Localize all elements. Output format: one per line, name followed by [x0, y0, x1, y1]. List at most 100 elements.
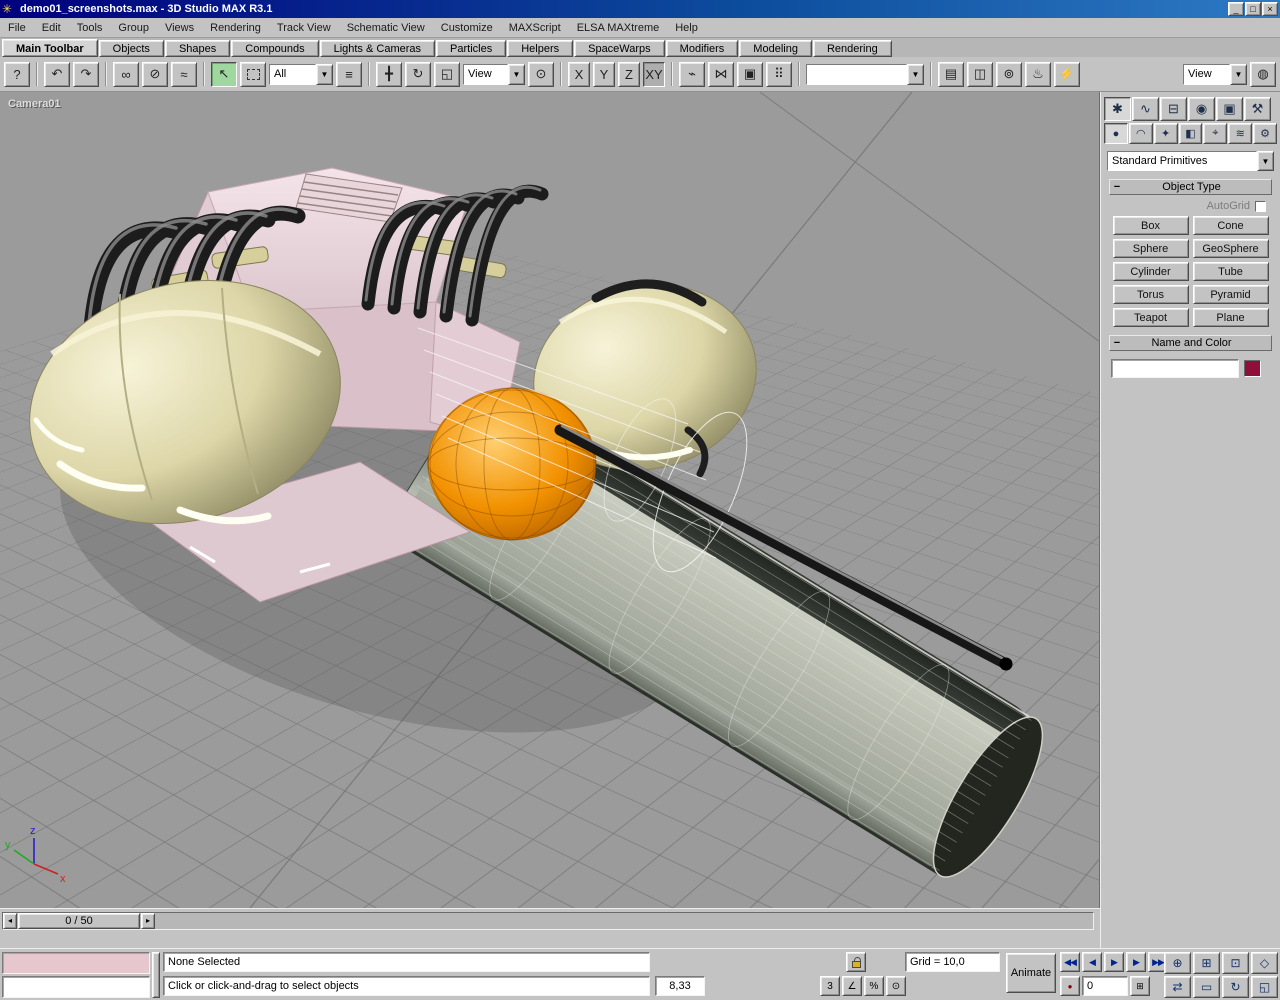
- play-button[interactable]: ▶: [1104, 952, 1124, 972]
- tab-rendering[interactable]: Rendering: [813, 40, 892, 57]
- tab-particles[interactable]: Particles: [436, 40, 506, 57]
- menu-group[interactable]: Group: [110, 20, 157, 36]
- tube-button[interactable]: Tube: [1193, 262, 1269, 281]
- ik-toggle-icon[interactable]: ⌁: [679, 62, 705, 87]
- select-and-link-icon[interactable]: ∞: [113, 62, 139, 87]
- pan-icon[interactable]: ⇄: [1164, 976, 1191, 998]
- tab-objects[interactable]: Objects: [99, 40, 164, 57]
- menu-edit[interactable]: Edit: [34, 20, 69, 36]
- restrict-xy-plane-button[interactable]: XY: [643, 62, 665, 87]
- field-of-view-icon[interactable]: ◇: [1251, 952, 1278, 974]
- unlink-selection-icon[interactable]: ⊘: [142, 62, 168, 87]
- min-max-toggle-icon[interactable]: ◱: [1251, 976, 1278, 998]
- subcategory-dropdown[interactable]: Standard Primitives ▼: [1107, 151, 1274, 171]
- dropdown-arrow-icon[interactable]: ▼: [1257, 151, 1274, 171]
- tab-main-toolbar[interactable]: Main Toolbar: [2, 39, 98, 57]
- dropdown-arrow-icon[interactable]: ▼: [907, 64, 924, 85]
- object-name-field[interactable]: [1111, 359, 1239, 378]
- teapot-button[interactable]: Teapot: [1113, 308, 1189, 327]
- tab-shapes[interactable]: Shapes: [165, 40, 230, 57]
- zoom-all-icon[interactable]: ⊞: [1193, 952, 1220, 974]
- dropdown-arrow-icon[interactable]: ▼: [316, 64, 333, 85]
- minimize-button[interactable]: _: [1228, 2, 1244, 16]
- schematic-view-icon[interactable]: ◫: [967, 62, 993, 87]
- systems-category-icon[interactable]: ⚙: [1253, 123, 1277, 144]
- dropdown-arrow-icon[interactable]: ▼: [508, 64, 525, 85]
- time-slider-left-arrow[interactable]: ◂: [3, 913, 17, 929]
- help-mode-icon[interactable]: ?: [4, 62, 30, 87]
- restrict-x-button[interactable]: X: [568, 62, 590, 87]
- select-and-scale-icon[interactable]: ◱: [434, 62, 460, 87]
- menu-views[interactable]: Views: [157, 20, 202, 36]
- go-to-start-button[interactable]: ◀◀: [1060, 952, 1080, 972]
- time-configuration-button[interactable]: ⊞: [1130, 976, 1150, 996]
- angle-snap-button[interactable]: ∠: [842, 976, 862, 996]
- selection-filter-dropdown[interactable]: All ▼: [269, 64, 333, 85]
- maximize-button[interactable]: □: [1245, 2, 1261, 16]
- modify-tab-icon[interactable]: ∿: [1132, 97, 1159, 121]
- snap-toggle-button[interactable]: 3: [820, 976, 840, 996]
- motion-tab-icon[interactable]: ◉: [1188, 97, 1215, 121]
- zoom-icon[interactable]: ⊕: [1164, 952, 1191, 974]
- spinner-snap-button[interactable]: ⊙: [886, 976, 906, 996]
- geometry-category-icon[interactable]: ●: [1104, 123, 1128, 144]
- utilities-tab-icon[interactable]: ⚒: [1244, 97, 1271, 121]
- object-type-rollout-header[interactable]: − Object Type: [1109, 179, 1272, 195]
- animate-button[interactable]: Animate: [1006, 953, 1056, 993]
- time-slider-thumb[interactable]: 0 / 50: [18, 913, 140, 929]
- align-icon[interactable]: ▣: [737, 62, 763, 87]
- menu-file[interactable]: File: [0, 20, 34, 36]
- create-tab-icon[interactable]: ✱: [1104, 97, 1131, 121]
- menu-customize[interactable]: Customize: [433, 20, 501, 36]
- select-object-icon[interactable]: ↖: [211, 62, 237, 87]
- select-by-name-icon[interactable]: ≡: [336, 62, 362, 87]
- mirror-icon[interactable]: ⋈: [708, 62, 734, 87]
- bind-to-spacewarp-icon[interactable]: ≈: [171, 62, 197, 87]
- name-color-rollout-header[interactable]: − Name and Color: [1109, 335, 1272, 351]
- helpers-category-icon[interactable]: ⌖: [1203, 123, 1227, 144]
- reference-coordinate-dropdown[interactable]: View ▼: [463, 64, 525, 85]
- lights-category-icon[interactable]: ✦: [1154, 123, 1178, 144]
- object-color-swatch[interactable]: [1244, 360, 1261, 377]
- cone-button[interactable]: Cone: [1193, 216, 1269, 235]
- tab-modeling[interactable]: Modeling: [739, 40, 812, 57]
- shapes-category-icon[interactable]: ◠: [1129, 123, 1153, 144]
- time-slider-track[interactable]: ◂ 0 / 50 ▸: [2, 912, 1094, 930]
- time-slider-right-arrow[interactable]: ▸: [141, 913, 155, 929]
- named-selection-sets-dropdown[interactable]: ▼: [806, 64, 924, 85]
- restrict-z-button[interactable]: Z: [618, 62, 640, 87]
- camera-viewport[interactable]: z y x Camera01: [0, 92, 1100, 908]
- selection-region-icon[interactable]: [240, 62, 266, 87]
- tab-compounds[interactable]: Compounds: [231, 40, 318, 57]
- hierarchy-tab-icon[interactable]: ⊟: [1160, 97, 1187, 121]
- maxscript-mini-listener-white[interactable]: [2, 976, 150, 998]
- viewport-camera-label[interactable]: Camera01: [8, 98, 61, 110]
- menu-rendering[interactable]: Rendering: [202, 20, 269, 36]
- region-zoom-icon[interactable]: ▭: [1193, 976, 1220, 998]
- use-pivot-center-icon[interactable]: ⊙: [528, 62, 554, 87]
- current-frame-field[interactable]: 0: [1082, 976, 1128, 996]
- plane-button[interactable]: Plane: [1193, 308, 1269, 327]
- next-frame-button[interactable]: ▶: [1126, 952, 1146, 972]
- pyramid-button[interactable]: Pyramid: [1193, 285, 1269, 304]
- previous-frame-button[interactable]: ◀: [1082, 952, 1102, 972]
- zoom-extents-icon[interactable]: ⊡: [1222, 952, 1249, 974]
- cylinder-button[interactable]: Cylinder: [1113, 262, 1189, 281]
- box-button[interactable]: Box: [1113, 216, 1189, 235]
- lock-selection-button[interactable]: [846, 952, 866, 972]
- menu-schematic-view[interactable]: Schematic View: [339, 20, 433, 36]
- dropdown-arrow-icon[interactable]: ▼: [1230, 64, 1247, 85]
- render-last-icon[interactable]: ◍: [1250, 62, 1276, 87]
- display-tab-icon[interactable]: ▣: [1216, 97, 1243, 121]
- percent-snap-button[interactable]: %: [864, 976, 884, 996]
- render-scene-icon[interactable]: ♨: [1025, 62, 1051, 87]
- autogrid-checkbox[interactable]: [1255, 201, 1266, 212]
- select-and-rotate-icon[interactable]: ↻: [405, 62, 431, 87]
- menu-tools[interactable]: Tools: [69, 20, 111, 36]
- menu-help[interactable]: Help: [667, 20, 706, 36]
- tab-spacewarps[interactable]: SpaceWarps: [574, 40, 665, 57]
- maxscript-mini-listener-pink[interactable]: [2, 952, 150, 974]
- geosphere-button[interactable]: GeoSphere: [1193, 239, 1269, 258]
- listener-splitter[interactable]: [152, 952, 160, 998]
- key-mode-toggle[interactable]: ●: [1060, 976, 1080, 996]
